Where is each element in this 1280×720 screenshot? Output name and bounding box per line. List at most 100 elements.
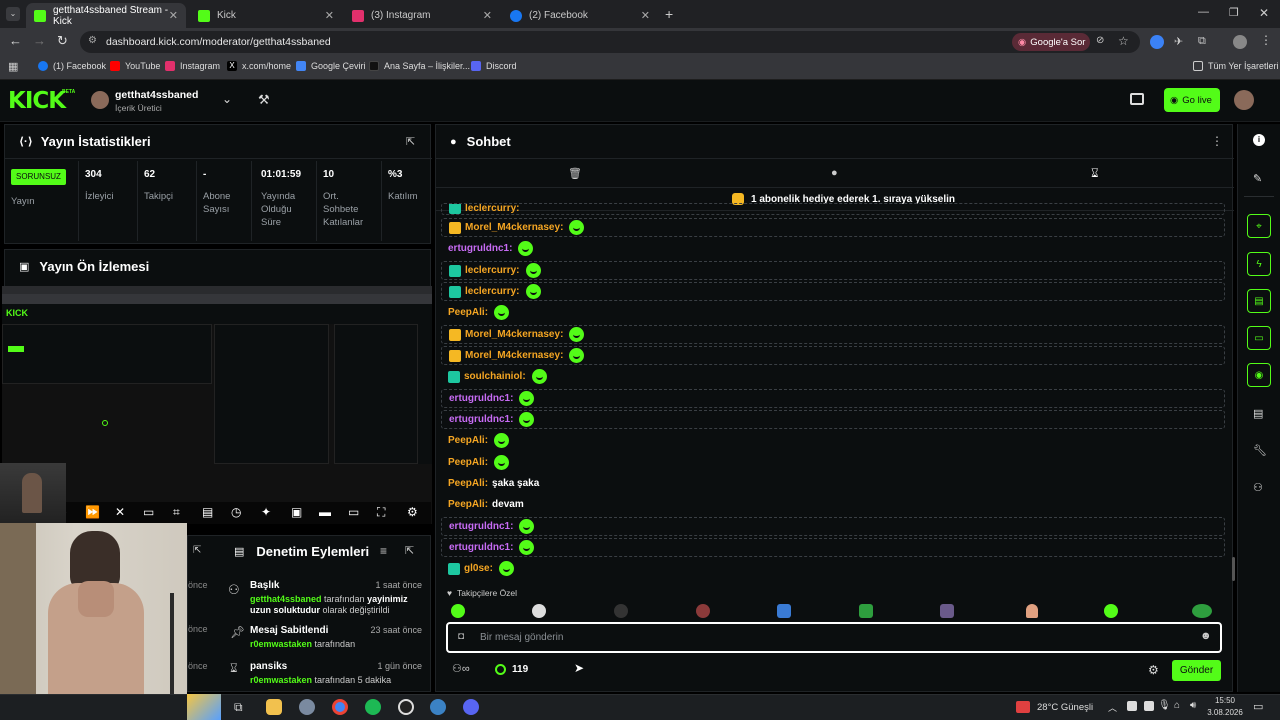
bookmark-discord[interactable]: Discord <box>471 61 517 71</box>
action-user[interactable]: r0emwastaken <box>250 675 312 685</box>
wrench-icon[interactable]: 🔧︎ <box>1253 444 1267 457</box>
tab-kick[interactable]: Kick ✕ <box>190 3 342 28</box>
emote-icon[interactable] <box>777 604 791 618</box>
emote-icon[interactable] <box>696 604 710 618</box>
window-close-icon[interactable]: ✕ <box>1259 6 1269 20</box>
chat-message[interactable]: Morel_M4ckernasey: <box>441 218 1225 237</box>
chat-username[interactable]: Morel_M4ckernasey <box>465 222 560 233</box>
chat-username[interactable]: leclercurry <box>465 265 516 276</box>
chat-message[interactable]: leclercurry: <box>441 282 1225 301</box>
close-icon[interactable]: ✕ <box>641 9 650 22</box>
chat-username[interactable]: PeepAli <box>448 457 485 468</box>
minimize-icon[interactable]: — <box>1198 6 1209 18</box>
task-view-icon[interactable]: ⧉ <box>234 700 243 715</box>
chat-username[interactable]: PeepAli <box>448 435 485 446</box>
crop-icon[interactable]: ⌗ <box>173 505 180 520</box>
profile-avatar[interactable] <box>1233 35 1247 49</box>
copilot-widget[interactable] <box>187 694 221 720</box>
bookmark-relations[interactable]: Ana Sayfa – İlişkiler... <box>369 61 470 71</box>
notification-icon[interactable]: ▭ <box>1253 700 1263 713</box>
mod-action-title-change[interactable]: Başlık 1 saat önce getthat4ssbaned taraf… <box>250 580 422 616</box>
bookmark-facebook[interactable]: (1) Facebook <box>38 61 106 71</box>
settings-gear-icon[interactable]: ⚙ <box>407 505 418 519</box>
chat-username[interactable]: leclercurry <box>465 286 516 297</box>
stream-preview-video[interactable]: KICK <box>2 286 432 524</box>
volume-icon[interactable]: 🔊︎ <box>1190 700 1196 711</box>
sparkle-icon[interactable]: ✦ <box>261 505 271 519</box>
chat-mode-icon[interactable]: ● <box>831 167 838 179</box>
tab-facebook[interactable]: (2) Facebook ✕ <box>502 3 658 28</box>
extensions-puzzle-icon[interactable]: ⧉ <box>1198 35 1212 49</box>
close-icon[interactable]: ✕ <box>169 9 178 22</box>
user-avatar[interactable] <box>1234 90 1254 110</box>
channel-avatar[interactable] <box>91 91 109 109</box>
menu-dots-icon[interactable]: ⋮ <box>1260 33 1272 47</box>
chat-message[interactable]: soulchainiol: <box>441 367 1225 386</box>
emote-icon[interactable] <box>1192 604 1212 618</box>
emote-icon[interactable] <box>1026 604 1038 618</box>
trash-icon[interactable]: 🗑︎ <box>568 167 582 180</box>
weather-icon[interactable] <box>1016 701 1030 713</box>
rail-button-broadcast-icon[interactable]: ◉ <box>1247 363 1271 387</box>
site-info-icon[interactable]: ⚙ <box>88 35 97 46</box>
discord-app-icon[interactable] <box>463 699 479 715</box>
google-lens-button[interactable]: ◉ Google'a Sor <box>1012 33 1090 51</box>
app-icon[interactable] <box>299 699 315 715</box>
extension-2-icon[interactable]: ✈ <box>1174 35 1188 49</box>
chat-message[interactable]: Morel_M4ckernasey: <box>441 325 1225 344</box>
chrome-icon[interactable] <box>332 699 348 715</box>
address-bar[interactable]: ⚙ dashboard.kick.com/moderator/getthat4s… <box>80 31 1140 53</box>
bookmark-translate[interactable]: Google Çeviri <box>296 61 366 71</box>
close-icon[interactable]: ✕ <box>325 9 334 22</box>
filter-icon[interactable]: ≡ <box>380 544 387 558</box>
pip-icon[interactable]: ▣ <box>291 505 302 519</box>
tray-chevron-icon[interactable]: ︿ <box>1108 701 1117 714</box>
layout-icon[interactable] <box>1130 93 1144 105</box>
mod-action-timeout[interactable]: pansiks 1 gün önce r0emwastaken tarafınd… <box>250 661 422 686</box>
popout-icon[interactable]: ⇱ <box>405 544 414 557</box>
weather-text[interactable]: 28°C Güneşli <box>1037 702 1093 713</box>
chat-message[interactable]: ertugruldnc1: <box>441 410 1225 429</box>
chat-message[interactable]: leclercurry: <box>441 261 1225 280</box>
chat-message-partial[interactable]: leclercurry: <box>441 203 1225 215</box>
microphone-icon[interactable]: 🎙︎ <box>1158 700 1171 711</box>
tray-app-icon[interactable] <box>1144 701 1154 711</box>
emote-icon[interactable] <box>532 604 546 618</box>
users-icon[interactable]: ⚇ <box>1253 481 1263 494</box>
chat-message[interactable]: ertugruldnc1: <box>441 538 1225 557</box>
chat-username[interactable]: ertugruldnc1 <box>449 521 510 532</box>
theater-icon[interactable]: ▭ <box>348 505 359 519</box>
clock-time[interactable]: 15:50 <box>1212 696 1238 705</box>
chat-message[interactable]: Morel_M4ckernasey: <box>441 346 1225 365</box>
tray-app-icon[interactable] <box>1127 701 1137 711</box>
chat-message[interactable]: PeepAli: şaka şaka <box>441 474 1225 493</box>
chat-username[interactable]: soulchainiol <box>464 371 522 382</box>
info-icon[interactable]: i <box>1253 134 1265 146</box>
popout-icon[interactable]: ⇱ <box>193 545 201 556</box>
emote-icon[interactable] <box>940 604 954 618</box>
camera-icon[interactable]: ▭ <box>143 505 154 519</box>
timer-icon[interactable]: ◷ <box>231 505 241 519</box>
rail-button-card-icon[interactable]: ▤ <box>1247 289 1271 313</box>
close-icon[interactable]: ✕ <box>483 9 492 22</box>
network-icon[interactable]: ⌂ <box>1174 700 1180 711</box>
chat-username[interactable]: Morel_M4ckernasey <box>465 329 560 340</box>
server-icon[interactable]: ▤ <box>1253 407 1263 420</box>
spotify-icon[interactable] <box>365 699 381 715</box>
apps-grid-icon[interactable]: ▦ <box>8 60 18 73</box>
chat-username[interactable]: gl0se <box>464 563 490 574</box>
emote-icon[interactable] <box>451 604 465 618</box>
chat-username[interactable]: ertugruldnc1 <box>449 393 510 404</box>
chat-username[interactable]: Morel_M4ckernasey <box>465 350 560 361</box>
fullscreen-icon[interactable]: ⛶ <box>377 505 385 520</box>
kick-logo[interactable]: KICK <box>8 88 66 114</box>
chat-username[interactable]: PeepAli <box>448 478 485 489</box>
obs-icon[interactable] <box>398 699 414 715</box>
send-button[interactable]: Gönder <box>1172 660 1221 681</box>
chat-settings-gear-icon[interactable]: ⚙ <box>1148 663 1159 677</box>
chevron-down-icon[interactable]: ⌄ <box>222 92 232 106</box>
chat-username[interactable]: leclercurry: <box>465 204 519 214</box>
chat-message[interactable]: PeepAli: devam <box>441 495 1225 514</box>
chat-menu-icon[interactable]: ⋮ <box>1211 134 1223 148</box>
tab-search-icon[interactable]: ⌄ <box>6 7 20 21</box>
